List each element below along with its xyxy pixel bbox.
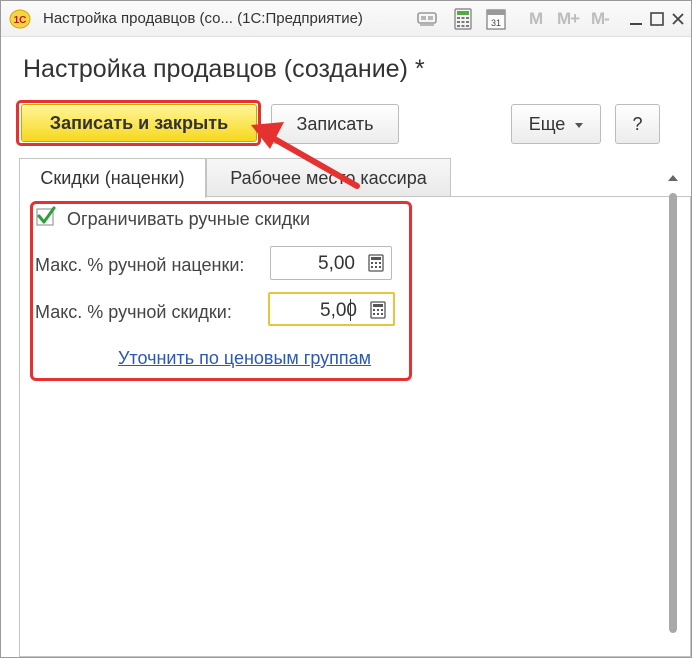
more-button[interactable]: Еще [511,104,601,144]
memory-plus-button[interactable]: M+ [557,9,580,29]
svg-text:31: 31 [491,18,501,28]
app-window: 1С Настройка продавцов (со... (1С:Предпр… [0,0,692,658]
maximize-icon[interactable] [646,8,668,30]
scroll-up-icon[interactable] [668,175,678,181]
link-icon[interactable] [415,7,439,31]
svg-text:1С: 1С [14,15,27,26]
chevron-down-icon [575,122,584,128]
save-and-close-highlight [16,100,261,146]
close-icon[interactable] [667,8,689,30]
discounts-highlight [30,201,412,381]
tab-cashier-workplace[interactable]: Рабочее место кассира [206,158,451,197]
calendar-icon[interactable]: 31 [484,7,508,31]
save-button[interactable]: Записать [271,104,399,144]
memory-button[interactable]: M [529,9,543,29]
1c-logo-icon[interactable]: 1С [9,9,31,29]
form-title: Настройка продавцов (создание) * [23,55,425,83]
window-title: Настройка продавцов (со... (1С:Предприят… [43,10,363,27]
scrollbar-thumb[interactable] [669,193,677,633]
help-button[interactable]: ? [615,104,660,144]
title-bar: 1С Настройка продавцов (со... (1С:Предпр… [1,1,691,37]
memory-minus-button[interactable]: M- [591,9,610,29]
more-button-label: Еще [528,113,566,134]
calculator-icon[interactable] [451,7,475,31]
tab-discounts[interactable]: Скидки (наценки) [19,158,206,198]
minimize-icon[interactable] [625,8,647,30]
